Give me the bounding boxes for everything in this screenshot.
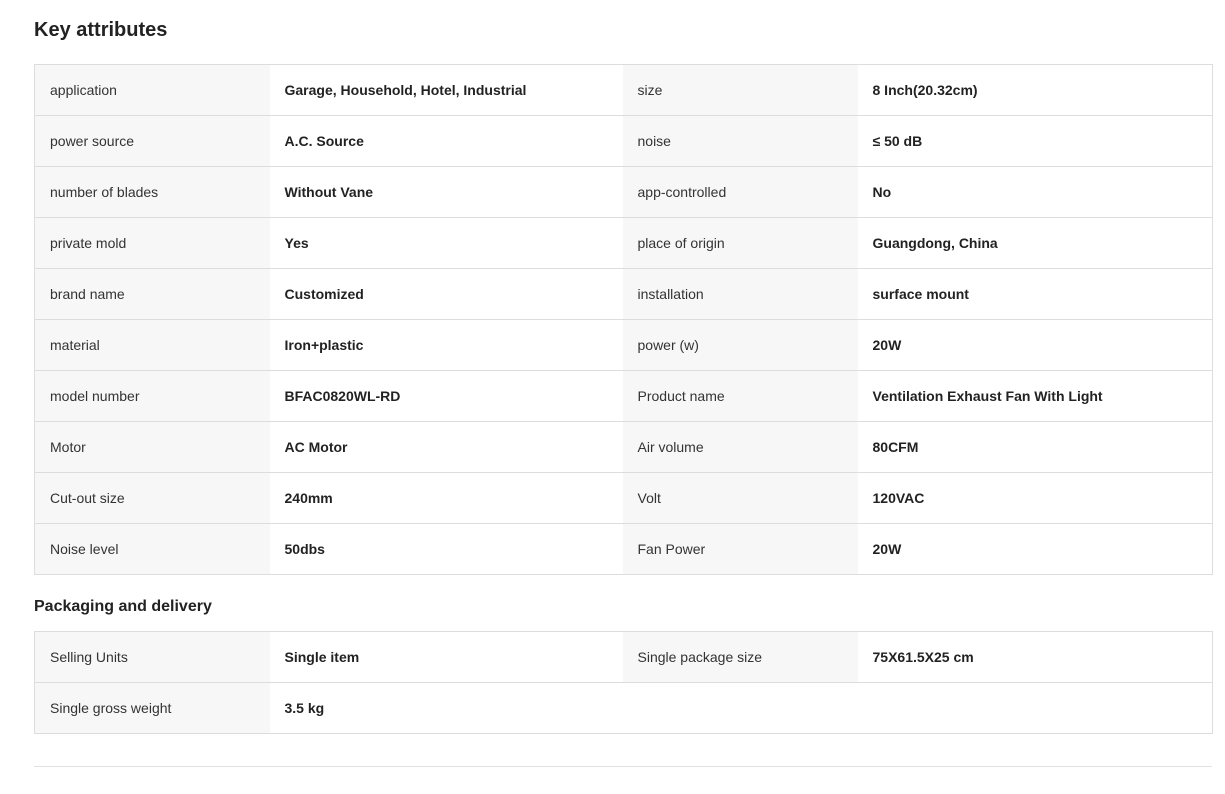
packaging-attribute-value: Single item: [269, 631, 623, 683]
packaging-attribute-name: Single package size: [622, 631, 858, 683]
attribute-value: BFAC0820WL-RD: [269, 370, 623, 422]
attribute-name: Motor: [34, 421, 270, 473]
attribute-name: place of origin: [622, 217, 858, 269]
attribute-value: Garage, Household, Hotel, Industrial: [269, 64, 623, 116]
attribute-name: Product name: [622, 370, 858, 422]
packaging-attribute-value: 3.5 kg: [269, 682, 623, 734]
attribute-name: Fan Power: [622, 523, 858, 575]
attribute-row: private mold Yes place of origin Guangdo…: [34, 217, 1213, 269]
attribute-value: 120VAC: [857, 472, 1213, 524]
attribute-value: 20W: [857, 319, 1213, 371]
packaging-row: Single gross weight 3.5 kg: [34, 682, 1213, 734]
attribute-value: Customized: [269, 268, 623, 320]
attribute-value: 240mm: [269, 472, 623, 524]
attribute-name: power (w): [622, 319, 858, 371]
empty-cell: [857, 682, 1213, 734]
packaging-table: Selling Units Single item Single package…: [34, 631, 1213, 734]
attribute-value: Iron+plastic: [269, 319, 623, 371]
section-divider: [34, 766, 1212, 767]
attribute-value: A.C. Source: [269, 115, 623, 167]
attribute-name: power source: [34, 115, 270, 167]
attribute-name: size: [622, 64, 858, 116]
attribute-value: 20W: [857, 523, 1213, 575]
attribute-name: private mold: [34, 217, 270, 269]
attribute-value: 8 Inch(20.32cm): [857, 64, 1213, 116]
attribute-row: Motor AC Motor Air volume 80CFM: [34, 421, 1213, 473]
attribute-value: 50dbs: [269, 523, 623, 575]
attribute-row: Noise level 50dbs Fan Power 20W: [34, 523, 1213, 575]
attribute-name: number of blades: [34, 166, 270, 218]
attribute-row: Cut-out size 240mm Volt 120VAC: [34, 472, 1213, 524]
attribute-value: surface mount: [857, 268, 1213, 320]
attribute-name: Volt: [622, 472, 858, 524]
packaging-row: Selling Units Single item Single package…: [34, 631, 1213, 683]
attribute-row: model number BFAC0820WL-RD Product name …: [34, 370, 1213, 422]
empty-cell: [622, 682, 858, 734]
attribute-name: application: [34, 64, 270, 116]
attribute-name: noise: [622, 115, 858, 167]
attribute-row: number of blades Without Vane app-contro…: [34, 166, 1213, 218]
attribute-name: Air volume: [622, 421, 858, 473]
attribute-name: Noise level: [34, 523, 270, 575]
attribute-value: No: [857, 166, 1213, 218]
attribute-value: ≤ 50 dB: [857, 115, 1213, 167]
attribute-value: Yes: [269, 217, 623, 269]
attribute-row: application Garage, Household, Hotel, In…: [34, 64, 1213, 116]
attribute-value: Without Vane: [269, 166, 623, 218]
attribute-value: Guangdong, China: [857, 217, 1213, 269]
key-attributes-table: application Garage, Household, Hotel, In…: [34, 64, 1213, 575]
attribute-name: Cut-out size: [34, 472, 270, 524]
attribute-name: brand name: [34, 268, 270, 320]
packaging-attribute-value: 75X61.5X25 cm: [857, 631, 1213, 683]
attribute-value: Ventilation Exhaust Fan With Light: [857, 370, 1213, 422]
attribute-name: installation: [622, 268, 858, 320]
attribute-row: power source A.C. Source noise ≤ 50 dB: [34, 115, 1213, 167]
packaging-attribute-name: Single gross weight: [34, 682, 270, 734]
attribute-value: AC Motor: [269, 421, 623, 473]
attribute-name: material: [34, 319, 270, 371]
packaging-title: Packaging and delivery: [34, 598, 212, 615]
packaging-attribute-name: Selling Units: [34, 631, 270, 683]
key-attributes-title: Key attributes: [34, 19, 168, 41]
attribute-name: model number: [34, 370, 270, 422]
attribute-row: brand name Customized installation surfa…: [34, 268, 1213, 320]
attribute-name: app-controlled: [622, 166, 858, 218]
attribute-value: 80CFM: [857, 421, 1213, 473]
attribute-row: material Iron+plastic power (w) 20W: [34, 319, 1213, 371]
